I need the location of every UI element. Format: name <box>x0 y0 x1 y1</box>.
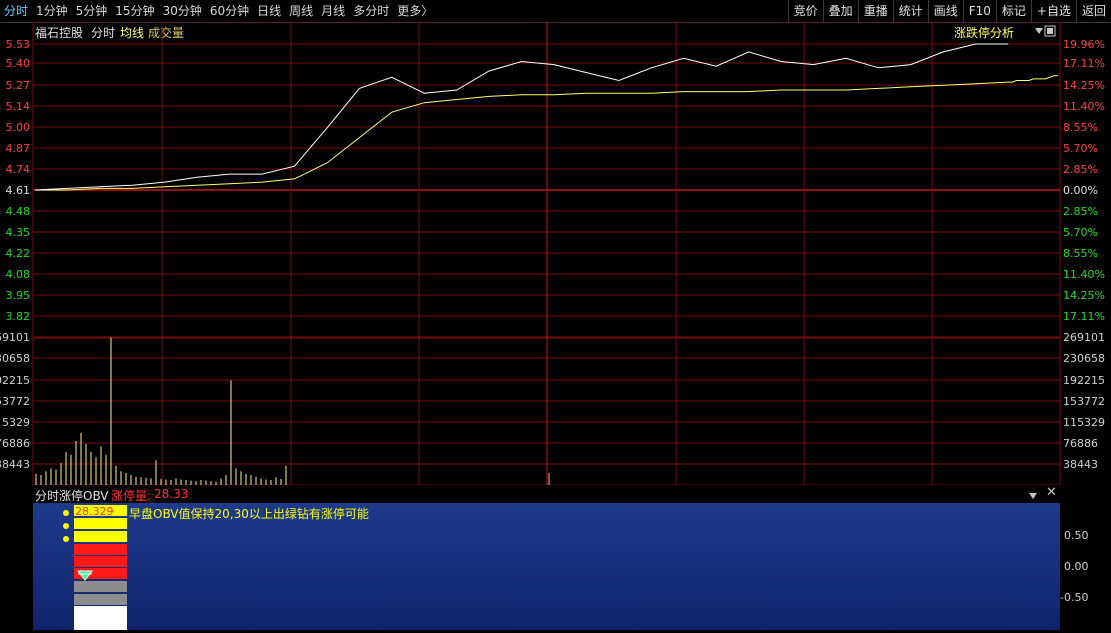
volume-axis-left: 269101 30658 192215 53772 5329 76886 38443 <box>0 331 30 471</box>
green-diamond-icon <box>76 570 94 581</box>
volume-tick-label: 192215 <box>1063 374 1105 387</box>
price-tick-label: 4.35 <box>6 226 31 239</box>
indicator-dot <box>63 510 69 516</box>
obv-axis-label: -0.50 <box>1060 591 1089 604</box>
price-axis-left: 5.53 5.40 5.27 5.14 5.00 4.87 4.74 4.61 4.48 4.35… <box>6 38 31 323</box>
toolbar-button-0[interactable]: 竞价 <box>787 0 823 22</box>
toolbar-button-7[interactable]: +自选 <box>1030 0 1076 22</box>
obv-field-label: 涨停量: <box>111 489 152 503</box>
volume-tick-label: 269101 <box>0 331 30 344</box>
volume-tick-label: 53772 <box>0 395 30 408</box>
toolbar-button-4[interactable]: 画线 <box>927 0 963 22</box>
price-tick-label: 4.61 <box>6 184 31 197</box>
volume-tick-label: 115329 <box>1063 416 1105 429</box>
obv-block <box>74 556 127 567</box>
price-tick-label: 4.74 <box>6 163 31 176</box>
obv-axis-label: 0.00 <box>1064 560 1089 573</box>
obv-panel-header: 分时涨停OBV 涨停量: 28.33 ✕ <box>33 485 1060 503</box>
period-toolbar: 分时 1分钟 5分钟 15分钟 30分钟 60分钟 日线 周线 月线 多分时 更多〉 竞价 叠加 重播统… <box>0 0 1111 23</box>
price-tick-label: 5.00 <box>6 121 31 134</box>
obv-block <box>74 594 127 605</box>
panel-close-icon[interactable]: ✕ <box>1046 485 1057 500</box>
percent-tick-label: 0.00% <box>1063 184 1098 197</box>
percent-tick-label: 19.96% <box>1063 38 1105 51</box>
toolbar-button-1[interactable]: 叠加 <box>822 0 858 22</box>
tab-period-6[interactable]: 日线 <box>253 0 285 22</box>
percent-tick-label: 14.25% <box>1063 79 1105 92</box>
percent-tick-label: 8.55% <box>1063 121 1098 134</box>
price-tick-label: 4.22 <box>6 247 31 260</box>
volume-tick-label: 76886 <box>0 437 30 450</box>
tab-period-8[interactable]: 月线 <box>317 0 349 22</box>
volume-tick-label: 76886 <box>1063 437 1098 450</box>
price-tick-label: 5.40 <box>6 57 31 70</box>
percent-tick-label: 5.70% <box>1063 226 1098 239</box>
volume-tick-label: 38443 <box>1063 458 1098 471</box>
tab-period-9[interactable]: 多分时 <box>349 0 393 22</box>
price-tick-label: 5.14 <box>6 100 31 113</box>
indicator-dot <box>63 536 69 542</box>
percent-tick-label: 11.40% <box>1063 100 1105 113</box>
percent-tick-label: 14.25% <box>1063 289 1105 302</box>
action-buttons: 竞价 叠加 重播 统计 画线 F10 标记 +自选 返回 <box>787 0 1111 22</box>
volume-axis-right: 269101 230658 192215 153772 115329 76886 38443 <box>1063 331 1105 471</box>
price-tick-label: 3.82 <box>6 310 31 323</box>
obv-axis-label: 0.50 <box>1064 529 1089 542</box>
obv-block <box>74 518 127 529</box>
obv-strategy-note: 早盘OBV值保持20,30以上出绿钻有涨停可能 <box>129 507 369 521</box>
volume-tick-label: 30658 <box>0 352 30 365</box>
tab-period-4[interactable]: 30分钟 <box>159 0 206 22</box>
indicator-dot <box>63 523 69 529</box>
price-tick-label: 5.27 <box>6 79 31 92</box>
volume-bars <box>35 337 550 485</box>
obv-field-value: 28.33 <box>154 487 189 501</box>
percent-tick-label: 17.11% <box>1063 310 1105 323</box>
period-tabs: 分时 1分钟 5分钟 15分钟 30分钟 60分钟 日线 周线 月线 多分时 更多〉 <box>0 0 437 22</box>
percent-tick-label: 11.40% <box>1063 268 1105 281</box>
toolbar-button-2[interactable]: 重播 <box>857 0 893 22</box>
volume-tick-label: 192215 <box>0 374 30 387</box>
percent-tick-label: 2.85% <box>1063 163 1098 176</box>
price-tick-label: 4.48 <box>6 205 31 218</box>
tab-period-2[interactable]: 5分钟 <box>72 0 112 22</box>
tab-period-10[interactable]: 更多〉 <box>393 0 437 22</box>
volume-tick-label: 269101 <box>1063 331 1105 344</box>
percent-axis-right: 19.96% 17.11% 14.25% 11.40% 8.55% 5.70% 2.85% 0… <box>1063 38 1105 323</box>
tab-period-7[interactable]: 周线 <box>285 0 317 22</box>
price-tick-label: 3.95 <box>6 289 31 302</box>
volume-tick-label: 5329 <box>2 416 30 429</box>
toolbar-button-8[interactable]: 返回 <box>1075 0 1111 22</box>
volume-tick-label: 230658 <box>1063 352 1105 365</box>
obv-title[interactable]: 分时涨停OBV <box>35 487 109 504</box>
obv-block <box>74 581 127 592</box>
price-tick-label: 5.53 <box>6 38 31 51</box>
percent-tick-label: 2.85% <box>1063 205 1098 218</box>
panel-menu-icon[interactable] <box>1028 489 1038 503</box>
obv-axis-right: 0.50 0.00 -0.50 <box>1060 503 1111 630</box>
tab-period-0[interactable]: 分时 <box>0 0 32 22</box>
percent-tick-label: 8.55% <box>1063 247 1098 260</box>
toolbar-button-6[interactable]: 标记 <box>995 0 1031 22</box>
volume-tick-label: 38443 <box>0 458 30 471</box>
obv-block <box>74 606 127 630</box>
obv-block <box>74 544 127 555</box>
obv-block <box>74 531 127 542</box>
price-line <box>34 43 1009 191</box>
price-tick-label: 4.08 <box>6 268 31 281</box>
tab-period-3[interactable]: 15分钟 <box>111 0 158 22</box>
tab-period-1[interactable]: 1分钟 <box>32 0 72 22</box>
chart-grid <box>32 22 1061 486</box>
percent-tick-label: 17.11% <box>1063 57 1105 70</box>
price-tick-label: 4.87 <box>6 142 31 155</box>
obv-current-value: 28.329 <box>75 505 114 518</box>
toolbar-button-5[interactable]: F10 <box>962 0 996 22</box>
tab-period-5[interactable]: 60分钟 <box>206 0 253 22</box>
obv-indicator-panel[interactable]: 28.329 早盘OBV值保持20,30以上出绿钻有涨停可能 <box>33 503 1060 630</box>
percent-tick-label: 5.70% <box>1063 142 1098 155</box>
toolbar-button-3[interactable]: 统计 <box>892 0 928 22</box>
volume-tick-label: 153772 <box>1063 395 1105 408</box>
intraday-chart[interactable]: 5.53 5.40 5.27 5.14 5.00 4.87 4.74 4.61 4.48 4.35… <box>0 22 1111 490</box>
